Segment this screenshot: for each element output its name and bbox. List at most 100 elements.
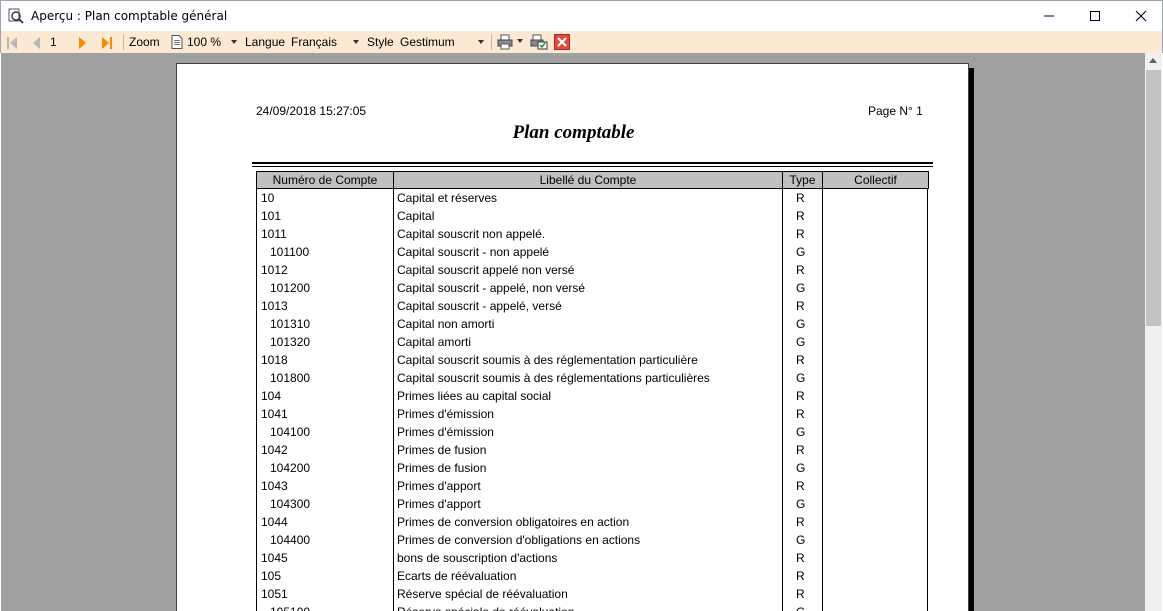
table-row: 1051 Réserve spécial de réévaluation R: [256, 585, 929, 603]
minimize-button[interactable]: [1026, 1, 1072, 31]
account-label: Réserve spéciale de réévaluation: [397, 603, 574, 611]
table-header: Numéro de Compte Libellé du Compte Type …: [256, 171, 929, 189]
account-number: 101320: [270, 335, 311, 349]
last-page-icon[interactable]: [101, 35, 113, 51]
print-setup-icon[interactable]: [530, 34, 548, 50]
account-number: 1018: [261, 353, 288, 367]
account-type: G: [796, 371, 806, 385]
account-number: 104400: [270, 533, 311, 547]
account-number: 104300: [270, 497, 311, 511]
langue-select[interactable]: Français: [291, 33, 361, 51]
table-row: 1018 Capital souscrit soumis à des réglem…: [256, 351, 929, 369]
account-type: G: [796, 533, 806, 547]
table-row: 1042 Primes de fusion R: [256, 441, 929, 459]
account-type: R: [796, 389, 805, 403]
account-label: Primes d'apport: [397, 497, 481, 511]
account-label: Capital: [397, 209, 435, 223]
account-label: Primes de fusion: [397, 443, 487, 457]
table-row: 104300 Primes d'apport G: [256, 495, 929, 513]
account-number: 1051: [261, 587, 288, 601]
column-header-libelle: Libellé du Compte: [394, 172, 783, 188]
table-row: 1041 Primes d'émission R: [256, 405, 929, 423]
account-number: 104100: [270, 425, 311, 439]
toolbar-separator: [123, 34, 124, 50]
account-label: Capital souscrit non appelé.: [397, 227, 546, 241]
account-number: 101800: [270, 371, 311, 385]
toolbar-separator: [491, 34, 492, 50]
account-label: Capital souscrit soumis à des réglementa…: [397, 353, 698, 367]
table-row: 101320 Capital amorti G: [256, 333, 929, 351]
title-rule-thick: [252, 162, 933, 164]
chevron-down-icon: [353, 40, 359, 44]
next-page-icon[interactable]: [78, 35, 88, 51]
account-type: R: [796, 587, 805, 601]
account-type: R: [796, 551, 805, 565]
maximize-icon: [1090, 11, 1100, 21]
table-row: 104100 Primes d'émission G: [256, 423, 929, 441]
print-icon[interactable]: [497, 34, 513, 50]
zoom-select[interactable]: 100 %: [187, 33, 239, 51]
vertical-scrollbar[interactable]: [1145, 53, 1162, 611]
table-row: 104 Primes liées au capital social R: [256, 387, 929, 405]
account-label: Primes de fusion: [397, 461, 487, 475]
first-page-icon[interactable]: [6, 35, 18, 51]
account-type: G: [796, 245, 806, 259]
report-date: 24/09/2018 15:27:05: [256, 104, 367, 118]
table-row: 1013 Capital souscrit - appelé, versé R: [256, 297, 929, 315]
account-type: R: [796, 209, 805, 223]
account-type: R: [796, 569, 805, 583]
report-page: 24/09/2018 15:27:05 Page N° 1 Plan compt…: [176, 63, 969, 611]
account-number: 1013: [261, 299, 288, 313]
style-select[interactable]: Gestimum: [400, 33, 486, 51]
account-type: R: [796, 263, 805, 277]
column-header-type: Type: [783, 172, 823, 188]
table-row: 104400 Primes de conversion d'obligations…: [256, 531, 929, 549]
table-row: 1044 Primes de conversion obligatoires en…: [256, 513, 929, 531]
account-type: G: [796, 425, 806, 439]
account-type: G: [796, 335, 806, 349]
preview-viewport[interactable]: 24/09/2018 15:27:05 Page N° 1 Plan compt…: [1, 53, 1145, 611]
account-label: Primes de conversion d'obligations en ac…: [397, 533, 641, 547]
table-row: 101100 Capital souscrit - non appelé G: [256, 243, 929, 261]
chevron-down-icon: [231, 40, 237, 44]
close-preview-icon[interactable]: [554, 34, 570, 50]
account-number: 101: [261, 209, 282, 223]
account-number: 101100: [270, 245, 310, 259]
langue-value: Français: [291, 35, 338, 49]
table-row: 101800 Capital souscrit soumis à des régl…: [256, 369, 929, 387]
scrollbar-thumb[interactable]: [1146, 70, 1161, 326]
previous-page-icon[interactable]: [31, 35, 41, 51]
preview-magnifier-icon: [8, 8, 24, 24]
account-number: 101310: [270, 317, 311, 331]
langue-label: Langue: [245, 35, 286, 49]
account-label: Capital souscrit soumis à des réglementa…: [397, 371, 710, 385]
table-row: 105 Ecarts de réévaluation R: [256, 567, 929, 585]
account-label: Réserve spécial de réévaluation: [397, 587, 568, 601]
scroll-up-icon[interactable]: [1149, 58, 1157, 63]
account-type: R: [796, 515, 805, 529]
zoom-value: 100 %: [187, 35, 222, 49]
table-row: 104200 Primes de fusion G: [256, 459, 929, 477]
account-number: 105100: [270, 603, 310, 611]
account-type: R: [796, 191, 805, 205]
account-label: Ecarts de réévaluation: [397, 569, 517, 583]
account-number: 1044: [261, 515, 288, 529]
maximize-button[interactable]: [1072, 1, 1118, 31]
account-label: Capital souscrit - appelé, versé: [397, 299, 562, 313]
minimize-icon: [1044, 15, 1054, 17]
close-button[interactable]: [1118, 1, 1163, 31]
print-dropdown-icon[interactable]: [517, 39, 523, 43]
page-zoom-icon: [171, 35, 183, 49]
page-number-field[interactable]: 1: [50, 34, 57, 50]
account-type: G: [796, 603, 805, 611]
account-label: Capital souscrit - non appelé: [397, 245, 550, 259]
account-number: 105: [261, 569, 282, 583]
account-label: Primes d'émission: [397, 425, 494, 439]
chevron-down-icon: [478, 40, 484, 44]
account-type: R: [796, 299, 805, 313]
table-row: 101310 Capital non amorti G: [256, 315, 929, 333]
account-number: 1045: [261, 551, 288, 565]
table-row: 101 Capital R: [256, 207, 929, 225]
account-number: 1012: [261, 263, 288, 277]
account-type: G: [796, 497, 806, 511]
